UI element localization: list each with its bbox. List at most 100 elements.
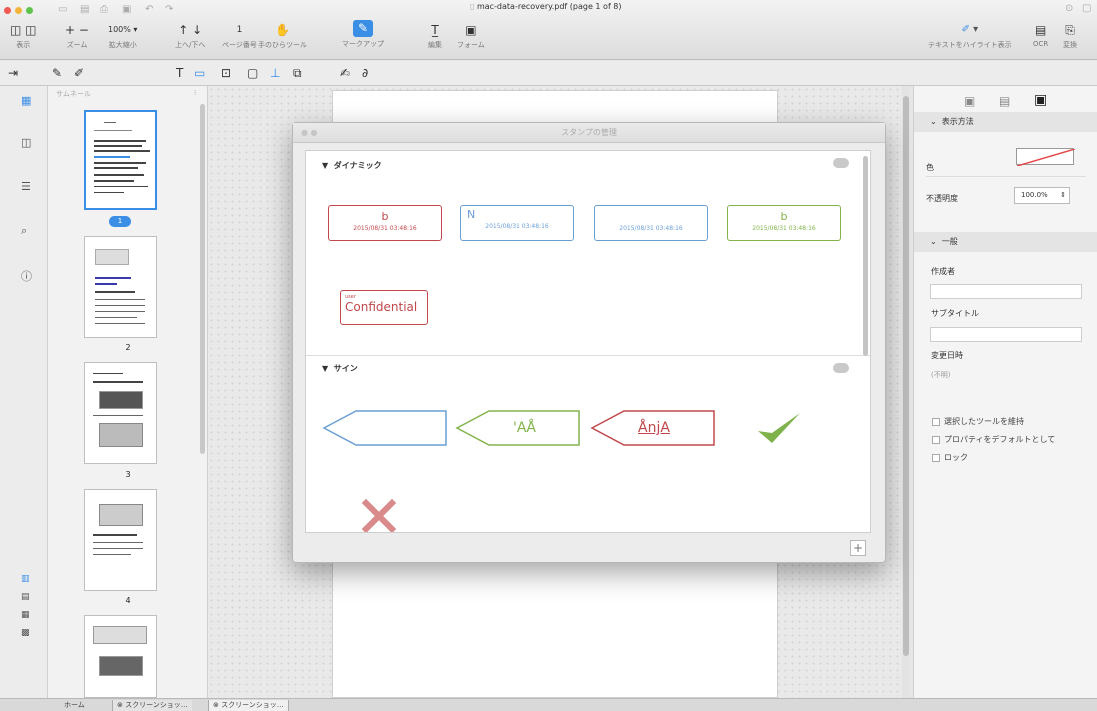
stepper-icon[interactable]: ⇕ <box>1060 188 1066 203</box>
dialog-scrollbar[interactable] <box>863 156 868 356</box>
arrow-up-down-icon: ↑ ↓ <box>178 23 203 37</box>
textbox-icon[interactable]: ⊡ <box>221 64 231 82</box>
ocr-button[interactable]: ▤ OCR <box>1033 22 1048 48</box>
tab-home[interactable]: ホーム <box>60 700 89 711</box>
lock-checkbox[interactable]: ロック <box>932 452 968 463</box>
scale-select[interactable]: 100% ▾ 拡大縮小 <box>108 22 137 50</box>
general-section-header[interactable]: ⌄ 一般 <box>914 232 1097 252</box>
stamp-icon[interactable]: ⊥ <box>270 64 280 82</box>
tab-screenshot-1[interactable]: ⊗ スクリーンショッ… <box>112 700 192 711</box>
page-up-down-button[interactable]: ↑ ↓ 上へ/下へ <box>175 22 205 50</box>
info-icon[interactable]: ⊙ <box>1065 3 1073 14</box>
view-button[interactable]: ◫ ◫ 表示 <box>10 22 37 50</box>
zoom-window-button[interactable] <box>26 7 33 14</box>
author-field[interactable] <box>930 284 1082 299</box>
close-tab-icon[interactable]: ⊗ <box>117 701 123 709</box>
convert-button[interactable]: ⎘ 変換 <box>1063 22 1077 50</box>
select-tool-icon[interactable]: ⇥ <box>8 64 18 82</box>
chevron-down-icon: ▾ <box>133 25 138 34</box>
save-icon[interactable]: ▤ <box>80 4 89 15</box>
search-icon[interactable]: ⌕ <box>21 224 27 238</box>
text-tool-icon[interactable]: T <box>176 64 183 82</box>
confidential-stamp[interactable]: user Confidential <box>340 290 428 325</box>
thumbnail-scrollbar[interactable] <box>200 104 205 454</box>
opacity-field[interactable]: 100.0% ⇕ <box>1014 187 1070 204</box>
thumbnail-menu-icon[interactable]: ⁝ <box>194 89 196 97</box>
properties-icon[interactable]: ▣ <box>1034 92 1047 108</box>
dynamic-stamp-1[interactable]: b 2015/08/31 03:48:16 <box>328 205 442 241</box>
shapes-icon[interactable]: ⧉ <box>293 64 302 82</box>
highlight-text-button[interactable]: ✐ ▾ テキストをハイライト表示 <box>928 22 1012 50</box>
thumbnail-page-2[interactable] <box>84 236 157 338</box>
redo-icon[interactable]: ↷ <box>165 4 173 15</box>
outline-icon[interactable]: ☰ <box>21 180 31 193</box>
disclosure-triangle-icon: ▼ <box>322 161 329 170</box>
dynamic-section-header[interactable]: ▼ ダイナミック <box>322 160 382 171</box>
dynamic-stamp-2[interactable]: N 2015/08/31 03:48:16 <box>460 205 574 241</box>
two-page-icon[interactable]: ▦ <box>21 610 30 620</box>
highlighter-tool-icon[interactable]: ✐ <box>74 64 84 82</box>
hand-tool-button[interactable]: ✋ 手のひらツール <box>258 22 307 50</box>
modified-value: (不明) <box>931 371 951 379</box>
thumbnail-page-1[interactable] <box>84 110 157 210</box>
tab-screenshot-2[interactable]: ⊗ スクリーンショッ… <box>208 700 289 711</box>
disclosure-triangle-icon: ▼ <box>322 364 329 373</box>
subtitle-field[interactable] <box>930 327 1082 342</box>
info-circle-icon[interactable]: ⓘ <box>21 268 32 284</box>
edit-button[interactable]: T̲ 編集 <box>428 22 442 50</box>
page-number-field[interactable]: 1 ページ番号 <box>222 22 257 50</box>
pen-icon[interactable]: ✎ <box>52 64 62 82</box>
dynamic-stamp-3[interactable]: 2015/08/31 03:48:16 <box>594 205 708 241</box>
dialog-traffic-lights[interactable]: ● ● <box>301 123 318 143</box>
close-tab-icon[interactable]: ⊗ <box>213 701 219 709</box>
note-icon[interactable]: ▢ <box>247 64 258 82</box>
close-window-button[interactable] <box>4 7 11 14</box>
thumbnails-icon[interactable]: ▦ <box>21 94 31 107</box>
view-mode-icon: ◫ ◫ <box>10 23 37 37</box>
thumbnail-page-4[interactable] <box>84 489 157 591</box>
sign-here-arrow-green[interactable]: 'AÅ <box>455 409 581 447</box>
fullscreen-icon[interactable]: ▢ <box>1082 3 1091 14</box>
signature-icon[interactable]: ✍ <box>340 64 350 82</box>
color-label: 色 <box>926 163 934 172</box>
sidebar-toggle-icon[interactable]: ▭ <box>58 4 67 15</box>
share-icon[interactable]: ▣ <box>122 4 131 15</box>
sign-here-arrow-red[interactable]: ÅnjA <box>590 409 716 447</box>
default-props-checkbox[interactable]: プロパティをデフォルトとして <box>932 434 1055 445</box>
cross-stamp[interactable] <box>361 498 397 532</box>
bookmark-icon[interactable]: ◫ <box>21 136 31 149</box>
print-icon[interactable]: ⎙ <box>100 4 108 15</box>
checkmark-icon <box>758 413 800 443</box>
undo-icon[interactable]: ↶ <box>145 4 153 15</box>
keep-tool-checkbox[interactable]: 選択したツールを維持 <box>932 416 1024 427</box>
zoom-button[interactable]: + − ズーム <box>65 22 89 50</box>
grid-page-icon[interactable]: ▩ <box>21 628 30 638</box>
minimize-window-button[interactable] <box>15 7 22 14</box>
checkmark-stamp[interactable] <box>754 409 804 449</box>
hand-icon: ✋ <box>275 23 290 37</box>
annotation-list-icon[interactable]: ▣ <box>964 94 975 108</box>
form-button[interactable]: ▣ フォーム <box>457 22 485 50</box>
sign-here-arrow-blue[interactable] <box>322 409 448 447</box>
convert-icon: ⎘ <box>1065 23 1075 37</box>
sign-section-header[interactable]: ▼ サイン <box>322 363 358 374</box>
subtitle-label: サブタイトル <box>931 309 979 318</box>
display-section-header[interactable]: ⌄ 表示方法 <box>914 112 1097 132</box>
link-icon[interactable]: ∂ <box>362 64 368 82</box>
page-properties-icon[interactable]: ▤ <box>999 94 1010 108</box>
thumbnail-page-5[interactable] <box>84 615 157 698</box>
thumbnail-page-3[interactable] <box>84 362 157 464</box>
left-rail: ▦ ◫ ☰ ⌕ ⓘ ▥ ▤ ▦ ▩ <box>0 86 48 698</box>
single-page-icon[interactable]: ▥ <box>21 574 30 584</box>
color-swatch[interactable] <box>1016 148 1076 167</box>
dynamic-stamp-4[interactable]: b 2015/08/31 03:48:16 <box>727 205 841 241</box>
canvas-scrollbar[interactable] <box>902 86 910 698</box>
add-stamp-button[interactable]: + <box>850 540 866 556</box>
properties-panel: ▣ ▤ ▣ ⌄ 表示方法 色 不透明度 100.0% ⇕ ⌄ 一般 作成者 サブ… <box>913 86 1097 698</box>
continuous-page-icon[interactable]: ▤ <box>21 592 30 602</box>
markup-button[interactable]: ✎ マークアップ <box>342 20 384 49</box>
chevron-icon: ⌄ <box>930 237 937 246</box>
opacity-label: 不透明度 <box>926 194 958 203</box>
zoom-plus-minus-icon: + − <box>65 23 89 37</box>
callout-icon[interactable]: ▭ <box>194 64 205 82</box>
